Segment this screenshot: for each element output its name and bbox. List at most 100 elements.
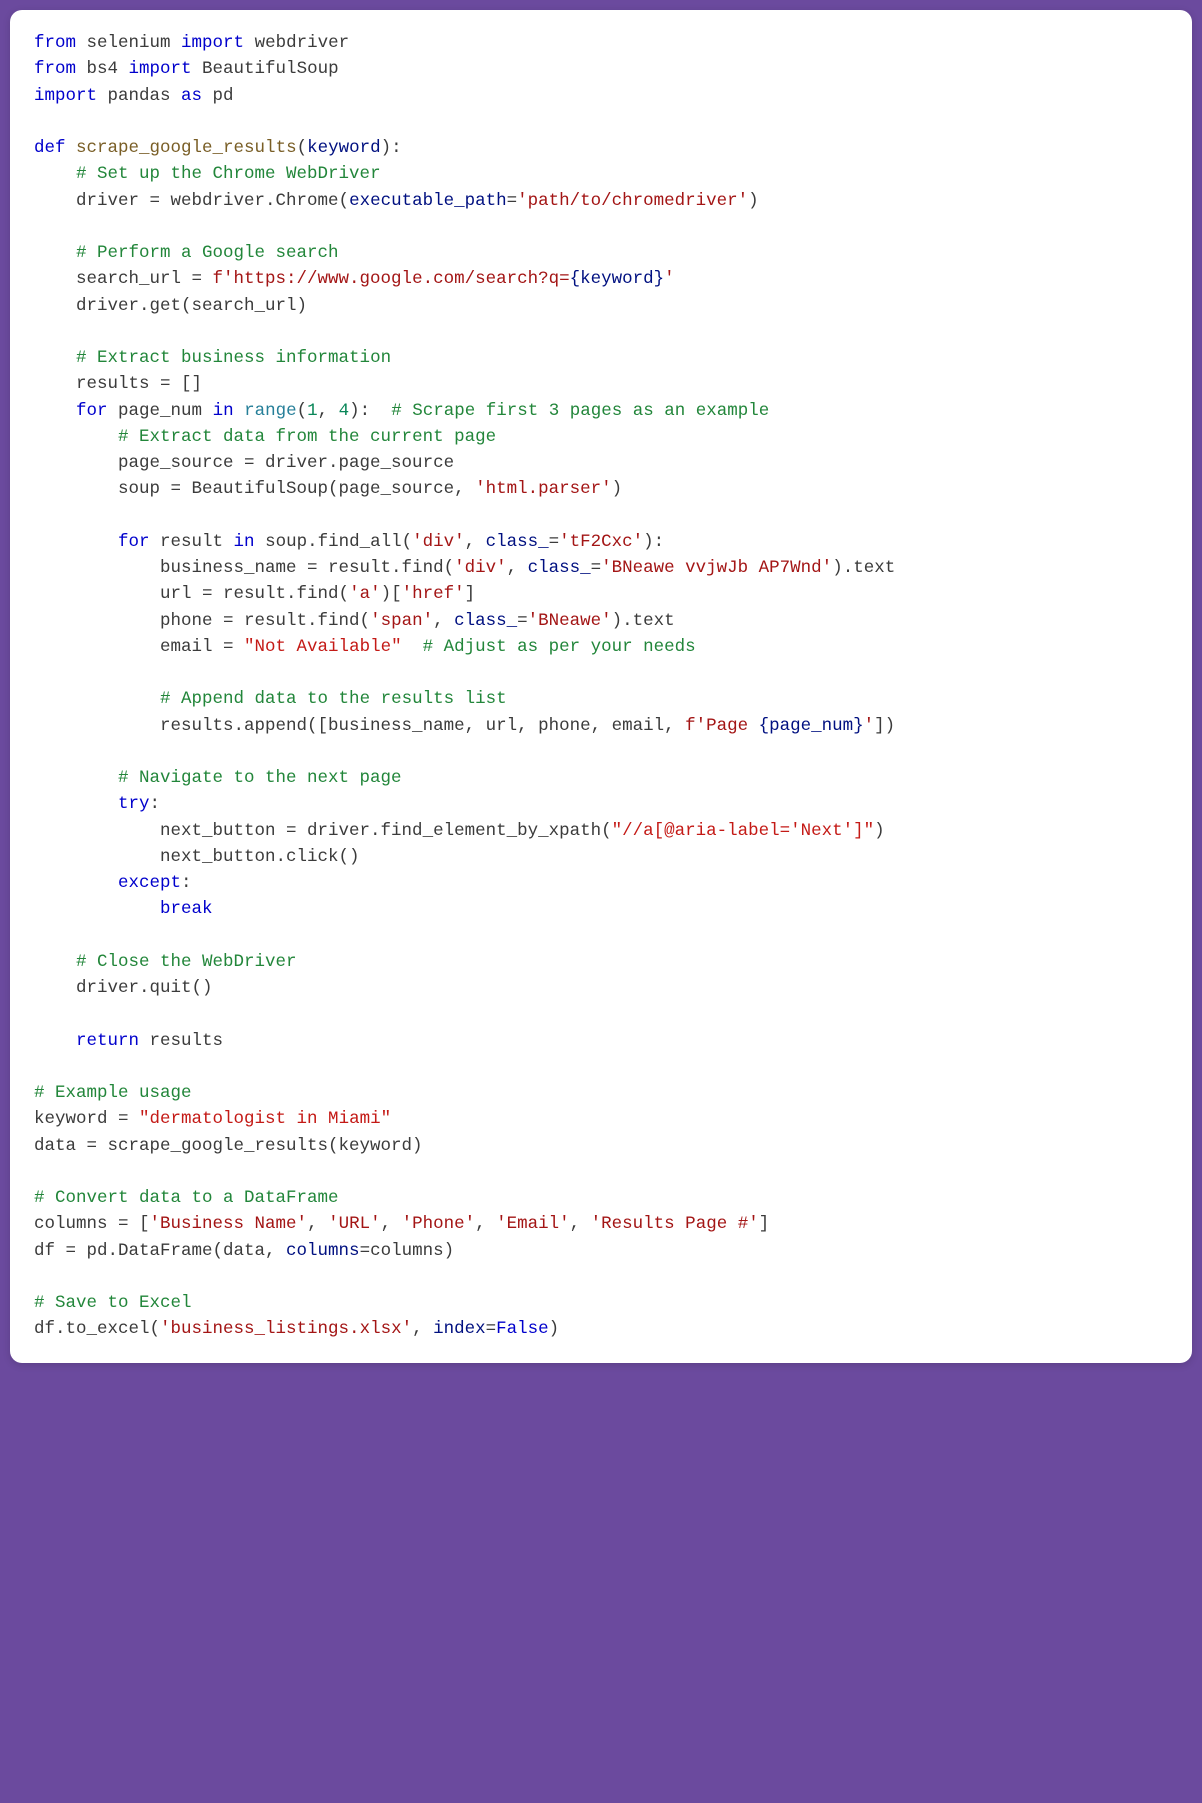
code-token: from <box>34 33 76 53</box>
code-token: for <box>76 401 108 421</box>
code-token: try <box>118 794 150 814</box>
code-line: # Example usage <box>34 1083 192 1103</box>
code-token <box>34 689 160 709</box>
code-token: # Append data to the results list <box>160 689 507 709</box>
code-token: # Set up the Chrome WebDriver <box>76 164 381 184</box>
code-token: ] <box>465 584 476 604</box>
code-token: ] <box>759 1214 770 1234</box>
code-token: 'URL' <box>328 1214 381 1234</box>
code-token: soup = BeautifulSoup(page_source, <box>34 479 475 499</box>
code-token: = <box>517 611 528 631</box>
code-token: 'href' <box>402 584 465 604</box>
code-token: ' <box>664 269 675 289</box>
code-token: phone = result.find( <box>34 611 370 631</box>
code-token: scrape_google_results <box>76 138 297 158</box>
code-token: import <box>129 59 192 79</box>
code-token: = <box>591 558 602 578</box>
code-token: as <box>181 86 202 106</box>
code-line: # Convert data to a DataFrame <box>34 1188 339 1208</box>
code-token <box>34 243 76 263</box>
code-line: # Set up the Chrome WebDriver <box>34 164 381 184</box>
code-token: columns = [ <box>34 1214 150 1234</box>
code-token: in <box>213 401 234 421</box>
code-line: driver.quit() <box>34 978 213 998</box>
code-block[interactable]: from selenium import webdriver from bs4 … <box>34 30 1168 1343</box>
code-token: # Convert data to a DataFrame <box>34 1188 339 1208</box>
code-token: next_button = driver.find_element_by_xpa… <box>34 821 612 841</box>
code-token: ]) <box>874 716 895 736</box>
code-line: def scrape_google_results(keyword): <box>34 138 402 158</box>
code-token: False <box>496 1319 549 1339</box>
code-token: ' <box>864 716 875 736</box>
code-token: : <box>181 873 192 893</box>
code-line: df.to_excel('business_listings.xlsx', in… <box>34 1319 559 1339</box>
code-token: driver.get(search_url) <box>34 296 307 316</box>
code-line: search_url = f'https://www.google.com/se… <box>34 269 675 289</box>
code-token: from <box>34 59 76 79</box>
code-token: page_source = driver.page_source <box>34 453 454 473</box>
code-line: soup = BeautifulSoup(page_source, 'html.… <box>34 479 622 499</box>
code-token: 1 <box>307 401 318 421</box>
code-line: business_name = result.find('div', class… <box>34 558 895 578</box>
code-token: 'Business Name' <box>150 1214 308 1234</box>
code-token: , <box>318 401 339 421</box>
code-line: # Extract business information <box>34 348 391 368</box>
code-token: data = scrape_google_results(keyword) <box>34 1136 423 1156</box>
code-token: pd <box>202 86 234 106</box>
code-token: 'div' <box>454 558 507 578</box>
code-token: 'Email' <box>496 1214 570 1234</box>
code-token: 'business_listings.xlsx' <box>160 1319 412 1339</box>
code-token: 'BNeawe vvjwJb AP7Wnd' <box>601 558 832 578</box>
code-line: results.append([business_name, url, phon… <box>34 716 895 736</box>
code-line: next_button.click() <box>34 847 360 867</box>
code-token: 'Results Page #' <box>591 1214 759 1234</box>
code-token: ).text <box>612 611 675 631</box>
code-token: import <box>34 86 97 106</box>
code-line: try: <box>34 794 160 814</box>
code-token: 'div' <box>412 532 465 552</box>
code-token: , <box>475 1214 496 1234</box>
code-token: , <box>381 1214 402 1234</box>
code-token: ): <box>643 532 664 552</box>
code-token <box>234 401 245 421</box>
code-token: df = pd.DataFrame(data, <box>34 1241 286 1261</box>
code-token: url = result.find( <box>34 584 349 604</box>
code-token: 'span' <box>370 611 433 631</box>
code-token: business_name = result.find( <box>34 558 454 578</box>
code-token <box>34 164 76 184</box>
code-token: , <box>412 1319 433 1339</box>
code-token: # Perform a Google search <box>76 243 339 263</box>
code-token <box>34 427 118 447</box>
code-token <box>34 1031 76 1051</box>
code-line: import pandas as pd <box>34 86 234 106</box>
code-token: ): <box>381 138 402 158</box>
code-token: # Example usage <box>34 1083 192 1103</box>
code-token: page_num <box>108 401 213 421</box>
code-line: # Append data to the results list <box>34 689 507 709</box>
code-line: driver = webdriver.Chrome(executable_pat… <box>34 191 759 211</box>
code-panel: from selenium import webdriver from bs4 … <box>10 10 1192 1363</box>
code-token <box>34 873 118 893</box>
code-token: # Save to Excel <box>34 1293 192 1313</box>
code-token <box>402 637 423 657</box>
code-token: {keyword} <box>570 269 665 289</box>
code-token: 4 <box>339 401 350 421</box>
code-token: pandas <box>97 86 181 106</box>
code-token: for <box>118 532 150 552</box>
code-token: ( <box>297 138 308 158</box>
code-token: selenium <box>76 33 181 53</box>
code-token: , <box>570 1214 591 1234</box>
code-token: "//a[@aria-label='Next']" <box>612 821 875 841</box>
code-token: columns <box>286 1241 360 1261</box>
code-token: ) <box>549 1319 560 1339</box>
code-token: search_url = <box>34 269 213 289</box>
code-token: 'Phone' <box>402 1214 476 1234</box>
code-token: BeautifulSoup <box>192 59 339 79</box>
code-token: bs4 <box>76 59 129 79</box>
code-token: results <box>139 1031 223 1051</box>
code-line: phone = result.find('span', class_='BNea… <box>34 611 675 631</box>
code-token: 'BNeawe' <box>528 611 612 631</box>
code-line: keyword = "dermatologist in Miami" <box>34 1109 391 1129</box>
code-token <box>34 794 118 814</box>
code-token: 'html.parser' <box>475 479 612 499</box>
